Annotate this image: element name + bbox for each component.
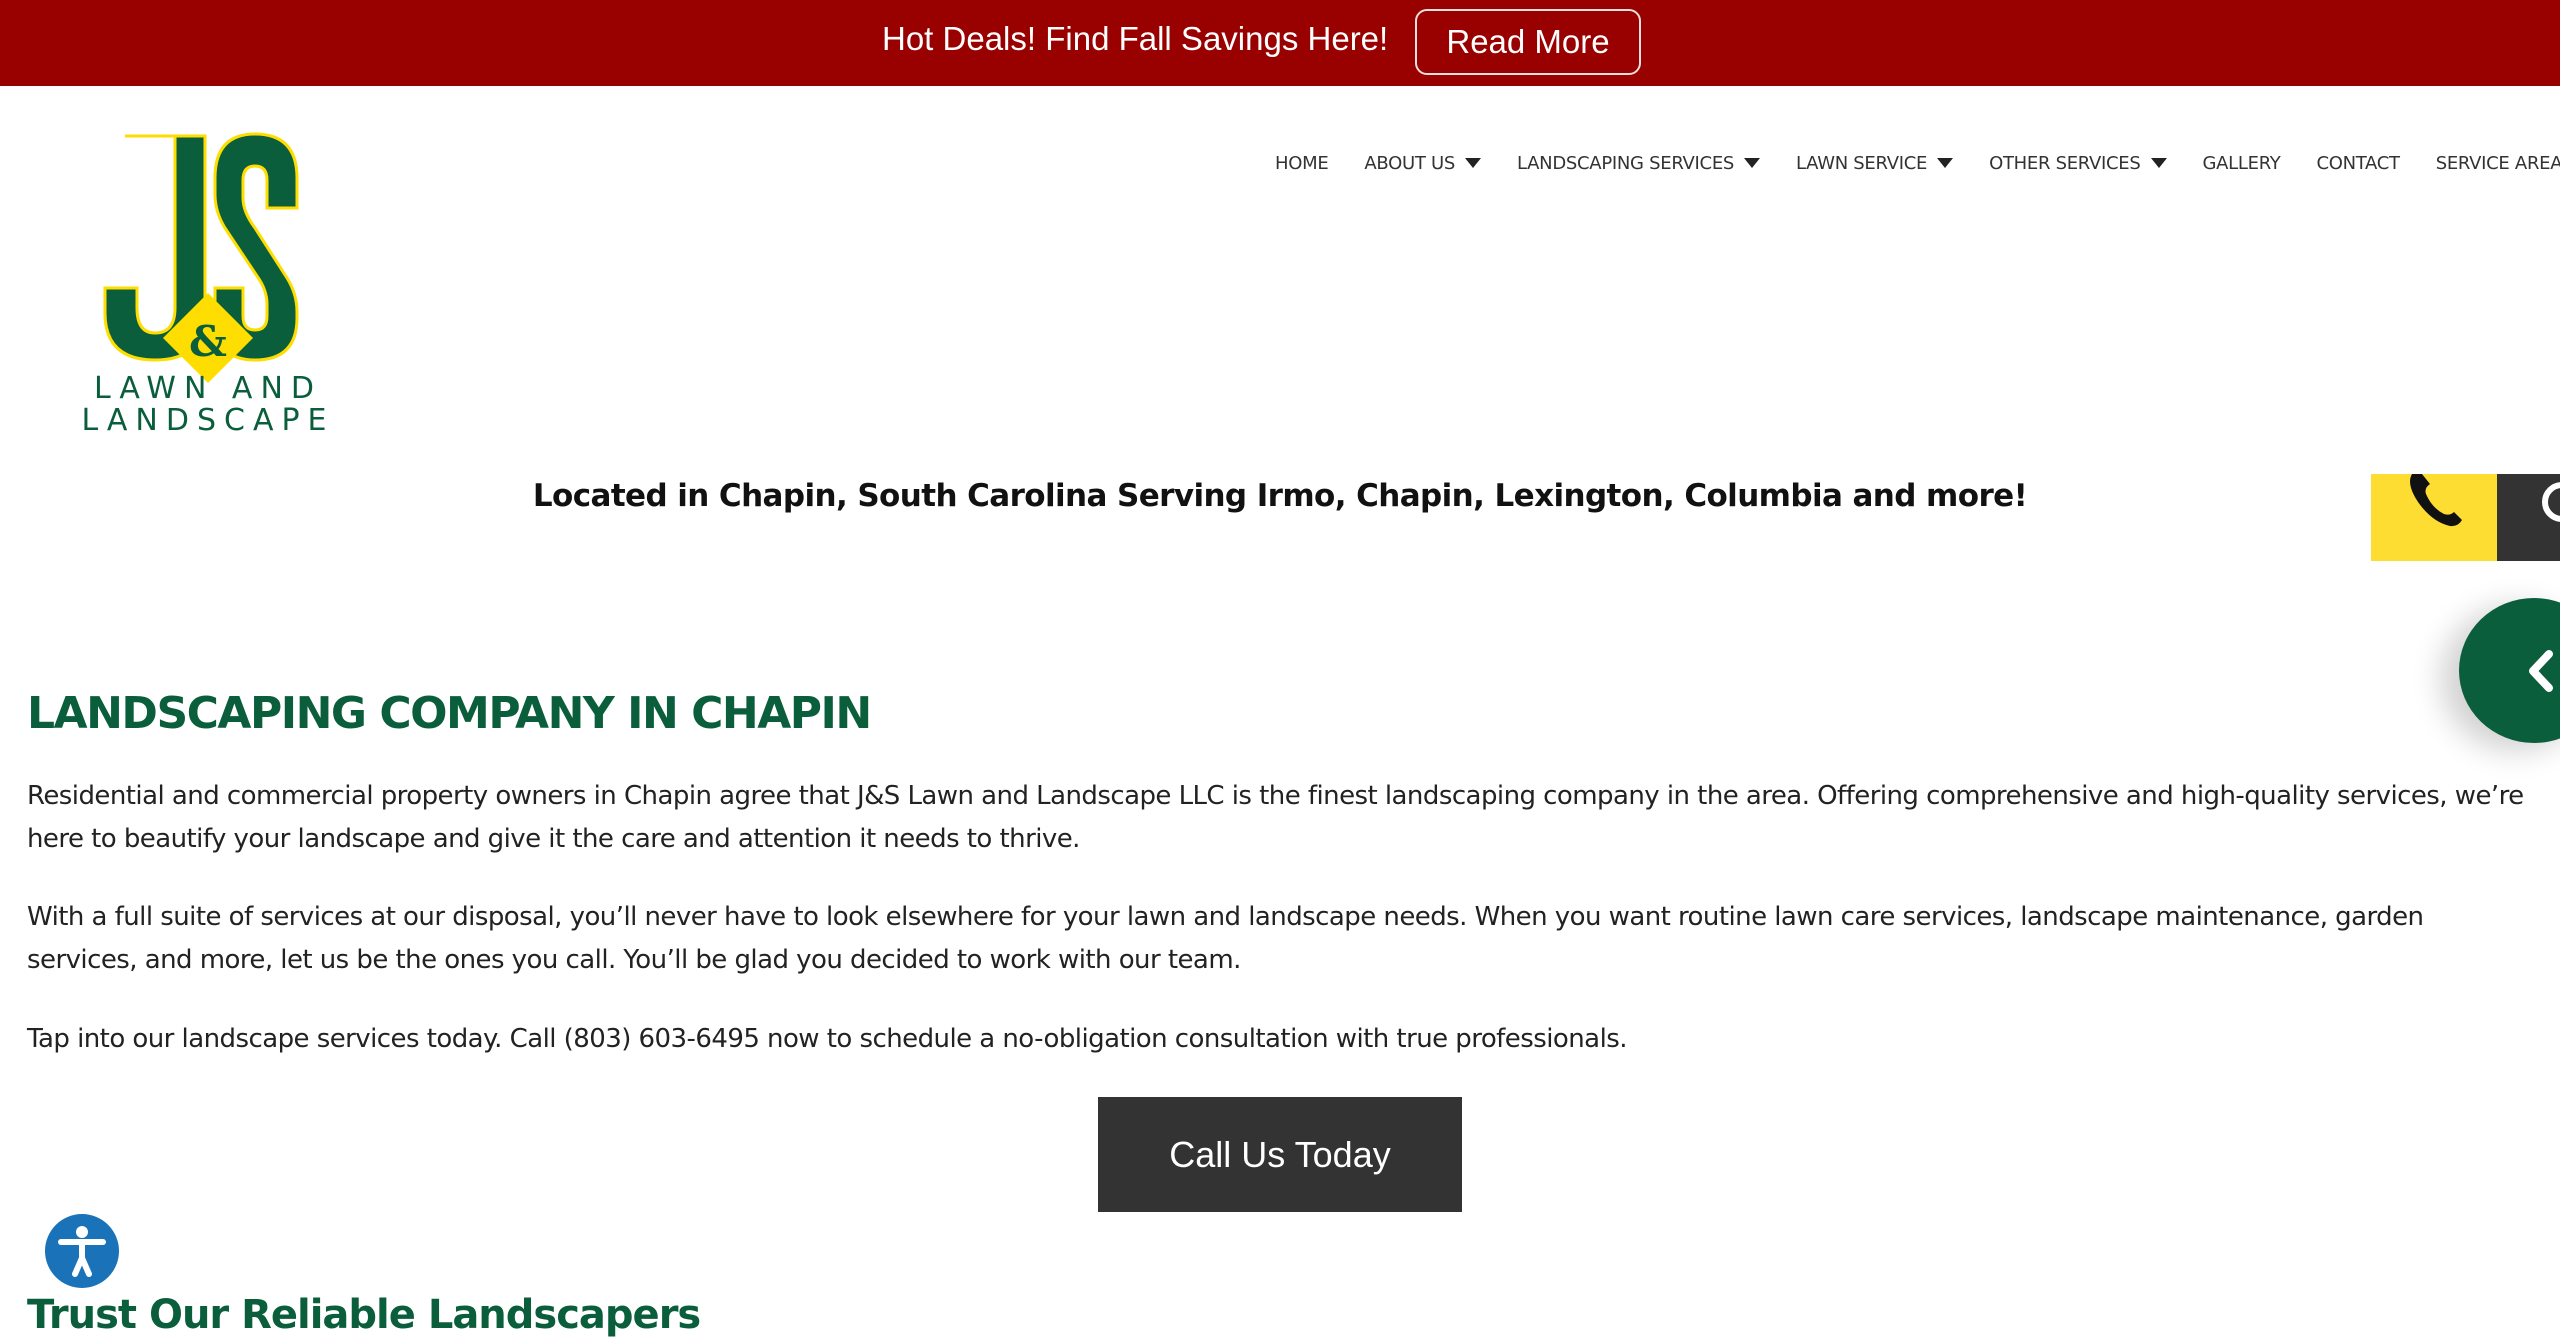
nav-item-home[interactable]: HOME bbox=[1275, 152, 1329, 174]
nav-label: CONTACT bbox=[2316, 152, 2400, 174]
caret-down-icon bbox=[1744, 158, 1761, 168]
page-heading: LANDSCAPING COMPANY IN CHAPIN bbox=[27, 688, 872, 739]
caret-down-icon bbox=[1937, 158, 1954, 168]
accessibility-button[interactable] bbox=[45, 1214, 119, 1288]
logo-graphic: & LAWN AND LANDSCAPE bbox=[81, 132, 334, 438]
site-logo[interactable]: & LAWN AND LANDSCAPE bbox=[75, 128, 345, 438]
nav-label: ABOUT US bbox=[1364, 152, 1456, 174]
nav-item-about-us[interactable]: ABOUT US bbox=[1364, 152, 1482, 174]
caret-down-icon bbox=[1465, 158, 1482, 168]
nav-item-gallery[interactable]: GALLERY bbox=[2203, 153, 2281, 174]
call-paragraph: Tap into our landscape services today. C… bbox=[27, 1024, 1628, 1054]
accessibility-icon bbox=[58, 1226, 106, 1277]
nav-label: HOME bbox=[1275, 152, 1329, 174]
call-widget-button[interactable] bbox=[2371, 474, 2497, 561]
chat-widget-button[interactable] bbox=[2497, 474, 2560, 561]
main-nav: HOME ABOUT US LANDSCAPING SERVICES LAWN … bbox=[1275, 146, 2560, 180]
side-panel-toggle[interactable] bbox=[2459, 598, 2560, 743]
logo-ampersand: & bbox=[189, 317, 227, 366]
nav-label: OTHER SERVICES bbox=[1989, 152, 2141, 174]
call-us-today-button[interactable]: Call Us Today bbox=[1098, 1097, 1462, 1212]
promo-text: Hot Deals! Find Fall Savings Here! bbox=[882, 20, 1389, 57]
chevron-left-icon bbox=[2529, 650, 2553, 692]
section-subheading: Trust Our Reliable Landscapers bbox=[27, 1292, 701, 1338]
nav-item-other-services[interactable]: OTHER SERVICES bbox=[1989, 152, 2167, 174]
chat-icon bbox=[2542, 482, 2560, 522]
nav-item-contact[interactable]: CONTACT bbox=[2316, 152, 2400, 174]
nav-item-landscaping-services[interactable]: LANDSCAPING SERVICES bbox=[1517, 152, 1761, 174]
promo-bar: Hot Deals! Find Fall Savings Here! Read … bbox=[0, 0, 2560, 86]
logo-line2: LANDSCAPE bbox=[81, 403, 334, 438]
nav-label: LANDSCAPING SERVICES bbox=[1517, 152, 1735, 174]
services-paragraph: With a full suite of services at our dis… bbox=[27, 902, 2424, 975]
read-more-button[interactable]: Read More bbox=[1415, 9, 1641, 75]
nav-item-service-areas[interactable]: SERVICE AREAS bbox=[2436, 153, 2560, 174]
caret-down-icon bbox=[2150, 158, 2167, 168]
phone-icon bbox=[2410, 474, 2462, 527]
location-tagline: Located in Chapin, South Carolina Servin… bbox=[532, 478, 2028, 514]
nav-label: SERVICE AREAS bbox=[2435, 152, 2560, 174]
intro-paragraph: Residential and commercial property owne… bbox=[27, 781, 2524, 854]
logo-line1: LAWN AND bbox=[94, 371, 322, 406]
nav-label: LAWN SERVICE bbox=[1796, 152, 1928, 174]
nav-item-lawn-service[interactable]: LAWN SERVICE bbox=[1796, 152, 1954, 174]
nav-label: GALLERY bbox=[2202, 152, 2281, 174]
